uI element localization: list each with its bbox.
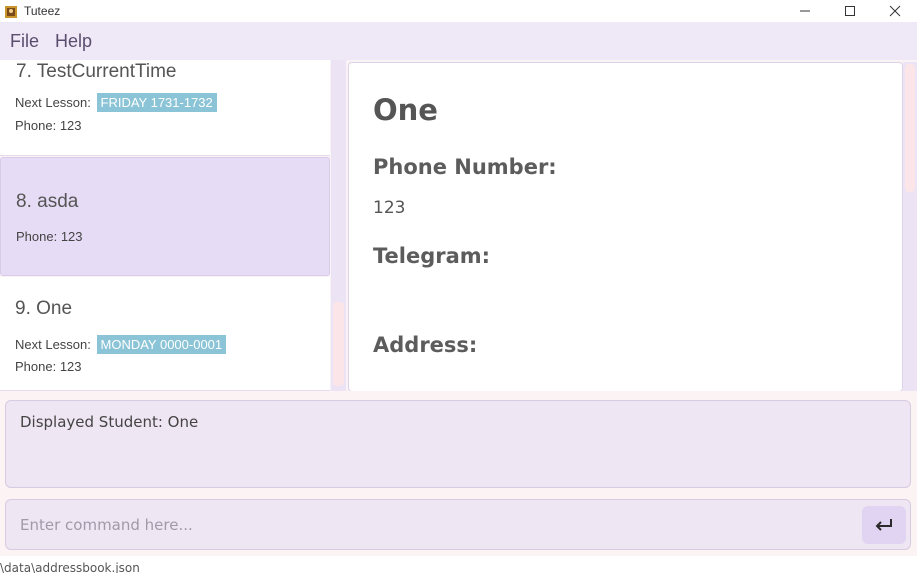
next-lesson-tag: FRIDAY 1731-1732 [96, 93, 217, 112]
maximize-icon[interactable] [827, 0, 872, 22]
close-icon[interactable] [872, 0, 917, 22]
student-list[interactable]: 7. TestCurrentTime Next Lesson: FRIDAY 1… [0, 60, 346, 391]
result-message: Displayed Student: One [20, 413, 199, 431]
result-display: Displayed Student: One [5, 400, 911, 488]
detail-student-name: One [373, 93, 438, 127]
phone-row: Phone: 123 [15, 118, 82, 133]
student-card-selected[interactable]: 8. asda Phone: 123 [0, 157, 330, 276]
phone-value: 123 [59, 359, 82, 374]
command-area [0, 493, 917, 556]
window-controls [782, 0, 917, 22]
command-box [5, 499, 911, 550]
main-panel: 7. TestCurrentTime Next Lesson: FRIDAY 1… [0, 60, 917, 392]
phone-row: Phone: 123 [16, 229, 83, 244]
next-lesson-label: Next Lesson: [15, 337, 91, 352]
student-card[interactable]: 7. TestCurrentTime Next Lesson: FRIDAY 1… [0, 60, 330, 156]
status-bar: \data\addressbook.json [0, 556, 917, 573]
app-logo-icon [4, 4, 18, 18]
next-lesson-row: Next Lesson: FRIDAY 1731-1732 [15, 93, 217, 112]
student-card-name: 9. One [15, 298, 73, 319]
enter-return-icon [875, 519, 892, 531]
title-bar: Tuteez [0, 0, 917, 22]
menu-help[interactable]: Help [55, 27, 92, 56]
student-card[interactable]: 9. One Next Lesson: MONDAY 0000-0001 Pho… [0, 277, 330, 391]
detail-phone-value: 123 [373, 198, 406, 218]
student-card-name: 8. asda [16, 191, 79, 212]
detail-telegram-label: Telegram: [373, 244, 491, 268]
phone-value: 123 [60, 229, 83, 244]
enter-button[interactable] [862, 506, 906, 544]
status-file-path: \data\addressbook.json [0, 561, 140, 573]
detail-phone-label: Phone Number: [373, 155, 557, 179]
list-scrollbar-thumb[interactable] [333, 302, 344, 386]
student-card-name: 7. TestCurrentTime [16, 61, 177, 82]
detail-scrollbar-thumb[interactable] [905, 64, 915, 192]
next-lesson-label: Next Lesson: [15, 95, 91, 110]
phone-label: Phone: [15, 359, 57, 374]
phone-row: Phone: 123 [15, 359, 82, 374]
minimize-icon[interactable] [782, 0, 827, 22]
phone-label: Phone: [16, 229, 58, 244]
window-title: Tuteez [24, 4, 61, 18]
menu-file[interactable]: File [10, 27, 39, 56]
next-lesson-row: Next Lesson: MONDAY 0000-0001 [15, 335, 227, 354]
phone-label: Phone: [15, 118, 57, 133]
next-lesson-tag: MONDAY 0000-0001 [96, 335, 227, 354]
phone-value: 123 [59, 118, 82, 133]
menu-bar: File Help [0, 22, 917, 60]
detail-address-label: Address: [373, 333, 478, 357]
student-detail-panel: One Phone Number: 123 Telegram: Address: [348, 62, 903, 392]
result-display-area: Displayed Student: One [0, 391, 917, 493]
command-input[interactable] [20, 514, 840, 536]
